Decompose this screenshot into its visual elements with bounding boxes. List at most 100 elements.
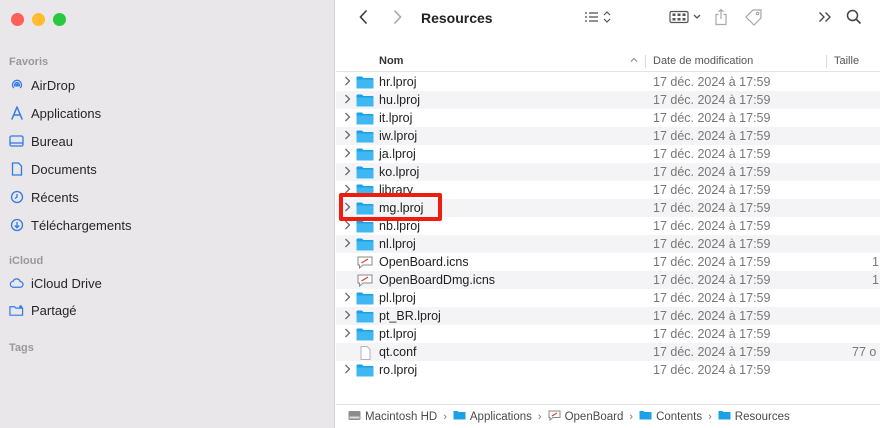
file-row[interactable]: OpenBoardDmg.icns 17 déc. 2024 à 17:59 1 [336, 271, 880, 289]
window-title: Resources [421, 10, 493, 26]
folder-icon [356, 130, 374, 146]
zoom-window-button[interactable] [53, 13, 66, 26]
file-name: pt_BR.lproj [379, 309, 441, 323]
tag-button[interactable] [740, 0, 768, 38]
search-button[interactable] [842, 0, 866, 38]
file-name: pl.lproj [379, 291, 416, 305]
path-bar: Macintosh HD › Applications › OpenBoard … [336, 404, 880, 428]
sidebar-item-telechargements[interactable]: Téléchargements [9, 213, 131, 237]
file-date: 17 déc. 2024 à 17:59 [653, 309, 771, 323]
sidebar-item-applications[interactable]: Applications [9, 101, 101, 125]
column-divider[interactable] [826, 55, 827, 68]
file-name: nb.lproj [379, 219, 420, 233]
share-button[interactable] [710, 0, 732, 38]
disclosure-chevron-icon[interactable] [344, 166, 351, 179]
path-crumb-applications[interactable]: Applications [453, 410, 532, 423]
folder-icon [356, 238, 374, 254]
sidebar-item-recents[interactable]: Récents [9, 185, 79, 209]
file-date: 17 déc. 2024 à 17:59 [653, 93, 771, 107]
path-crumb-label: OpenBoard [564, 410, 624, 423]
sidebar-item-partage[interactable]: Partagé [9, 298, 77, 322]
airdrop-icon [9, 78, 24, 93]
file-name: hr.lproj [379, 75, 417, 89]
disclosure-chevron-icon[interactable] [344, 292, 351, 305]
desktop-icon [9, 134, 24, 149]
disclosure-chevron-icon[interactable] [344, 238, 351, 251]
file-name: ko.lproj [379, 165, 420, 179]
file-row[interactable]: ko.lproj 17 déc. 2024 à 17:59 [336, 163, 880, 181]
file-row[interactable]: OpenBoard.icns 17 déc. 2024 à 17:59 1 [336, 253, 880, 271]
hard-drive-icon [348, 410, 361, 424]
search-icon [846, 9, 862, 30]
group-button[interactable] [666, 0, 706, 38]
file-row[interactable]: it.lproj 17 déc. 2024 à 17:59 [336, 109, 880, 127]
sidebar-item-bureau[interactable]: Bureau [9, 129, 73, 153]
file-row[interactable]: qt.conf 17 déc. 2024 à 17:59 77 o [336, 343, 880, 361]
file-row[interactable]: pt.lproj 17 déc. 2024 à 17:59 [336, 325, 880, 343]
file-date: 17 déc. 2024 à 17:59 [653, 291, 771, 305]
disclosure-chevron-icon[interactable] [344, 328, 351, 341]
toolbar: Resources [336, 0, 880, 38]
folder-icon [639, 410, 652, 423]
disclosure-chevron-icon[interactable] [344, 310, 351, 323]
file-row[interactable]: nl.lproj 17 déc. 2024 à 17:59 [336, 235, 880, 253]
sidebar: Favoris AirDrop Applications Bureau Docu… [0, 0, 335, 428]
path-crumb-label: Contents [656, 410, 703, 423]
file-name: qt.conf [379, 345, 417, 359]
column-divider[interactable] [645, 55, 646, 68]
tags-section-label: Tags [9, 342, 34, 354]
disclosure-chevron-icon[interactable] [344, 76, 351, 89]
back-button[interactable] [352, 0, 374, 38]
shared-folder-icon [9, 303, 24, 318]
file-name: OpenBoard.icns [379, 255, 469, 269]
sidebar-item-label: Récents [31, 189, 79, 205]
more-toolbar-button[interactable] [814, 0, 836, 38]
file-row[interactable]: pt_BR.lproj 17 déc. 2024 à 17:59 [336, 307, 880, 325]
sidebar-item-documents[interactable]: Documents [9, 157, 97, 181]
folder-icon [718, 410, 731, 423]
column-name-header[interactable]: Nom [379, 55, 403, 67]
tag-icon [744, 8, 764, 31]
file-name: hu.lproj [379, 93, 420, 107]
path-crumb-label: Macintosh HD [365, 410, 438, 423]
disclosure-chevron-icon[interactable] [344, 364, 351, 377]
path-crumb-label: Resources [734, 410, 790, 423]
chevron-right-icon: › [537, 410, 542, 423]
column-size-header[interactable]: Taille [834, 55, 859, 67]
path-crumb-macintosh-hd[interactable]: Macintosh HD [348, 410, 437, 424]
disclosure-chevron-icon[interactable] [344, 148, 351, 161]
disclosure-chevron-icon[interactable] [344, 220, 351, 233]
path-crumb-contents[interactable]: Contents [639, 410, 702, 423]
openboard-app-icon [548, 410, 561, 424]
file-row[interactable]: ro.lproj 17 déc. 2024 à 17:59 [336, 361, 880, 379]
forward-button[interactable] [386, 0, 408, 38]
cloud-icon [9, 276, 24, 291]
sidebar-item-icloud-drive[interactable]: iCloud Drive [9, 271, 102, 295]
share-icon [714, 8, 728, 31]
file-row[interactable]: hu.lproj 17 déc. 2024 à 17:59 [336, 91, 880, 109]
chevron-right-icon: › [629, 410, 634, 423]
disclosure-chevron-icon[interactable] [344, 94, 351, 107]
file-date: 17 déc. 2024 à 17:59 [653, 201, 771, 215]
disclosure-chevron-icon[interactable] [344, 112, 351, 125]
file-row[interactable]: iw.lproj 17 déc. 2024 à 17:59 [336, 127, 880, 145]
path-crumb-resources[interactable]: Resources [718, 410, 790, 423]
file-date: 17 déc. 2024 à 17:59 [653, 363, 771, 377]
file-row[interactable]: hr.lproj 17 déc. 2024 à 17:59 [336, 73, 880, 91]
disclosure-chevron-icon[interactable] [344, 130, 351, 143]
file-row[interactable]: pl.lproj 17 déc. 2024 à 17:59 [336, 289, 880, 307]
sidebar-item-label: Bureau [31, 133, 73, 149]
view-options-button[interactable] [581, 0, 617, 38]
folder-icon [356, 328, 374, 344]
minimize-window-button[interactable] [32, 13, 45, 26]
file-name: OpenBoardDmg.icns [379, 273, 496, 287]
sidebar-item-airdrop[interactable]: AirDrop [9, 73, 75, 97]
file-row[interactable]: ja.lproj 17 déc. 2024 à 17:59 [336, 145, 880, 163]
double-chevron-right-icon [818, 10, 832, 28]
close-window-button[interactable] [11, 13, 24, 26]
download-icon [9, 218, 24, 233]
file-date: 17 déc. 2024 à 17:59 [653, 327, 771, 341]
openboard-icns-icon [356, 256, 374, 272]
path-crumb-openboard[interactable]: OpenBoard [548, 410, 624, 424]
column-date-header[interactable]: Date de modification [653, 55, 753, 67]
